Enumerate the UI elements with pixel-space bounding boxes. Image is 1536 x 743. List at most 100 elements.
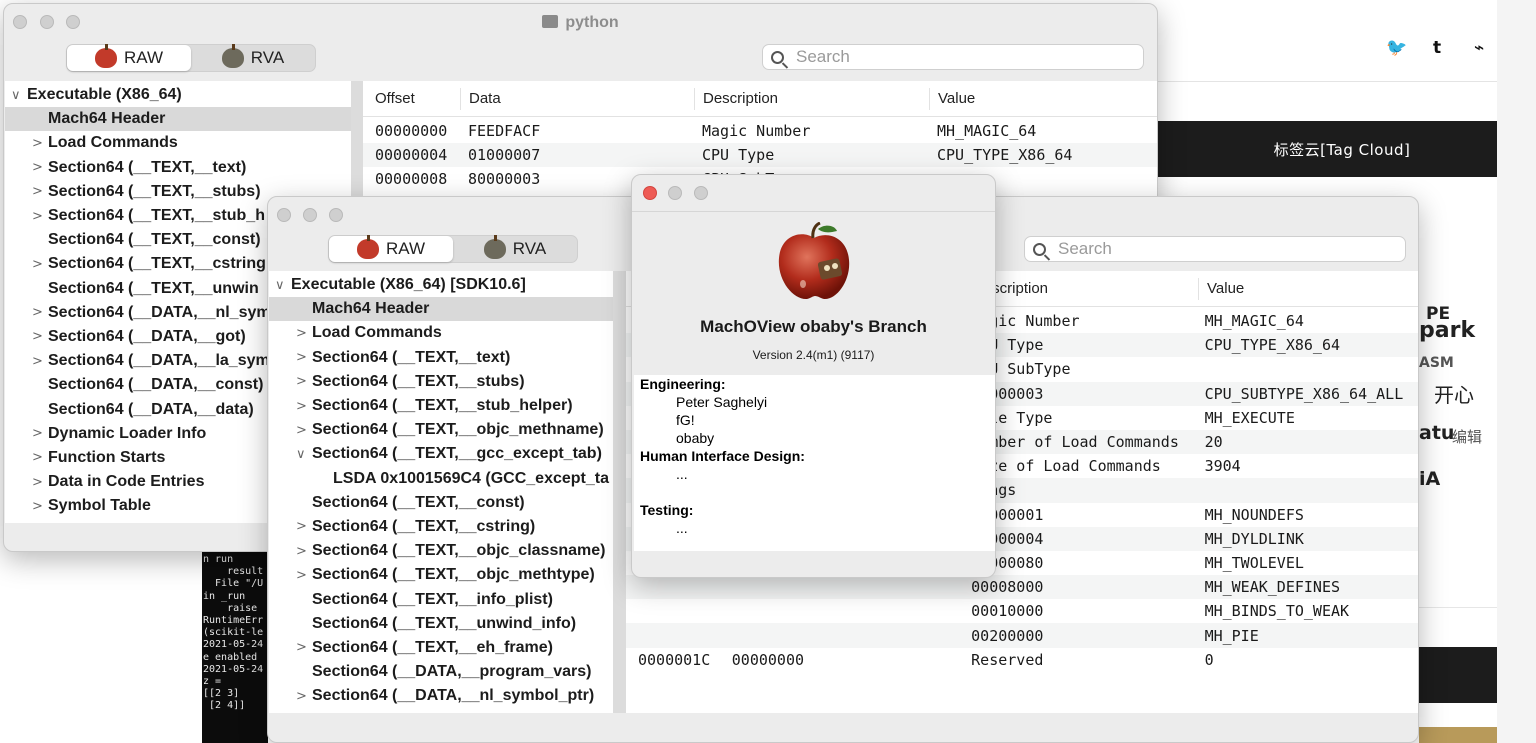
tree-item[interactable]: > Section64 (__DATA,__nl_symbol_ptr) (269, 684, 613, 708)
table-row[interactable]: 00008000 MH_WEAK_DEFINES (626, 575, 1418, 600)
chevron-right-icon[interactable]: > (32, 354, 48, 369)
close-button[interactable] (277, 208, 291, 222)
table-row[interactable]: 0000001C 00000000 Reserved 0 (626, 648, 1418, 672)
tree-item[interactable]: Mach64 Header (5, 107, 351, 132)
raw-button[interactable]: RAW (329, 235, 453, 262)
tree-item-label: Section64 (__TEXT,__cstring) (312, 517, 536, 535)
chevron-right-icon[interactable]: > (32, 257, 48, 272)
tag-word[interactable]: park (1419, 318, 1475, 343)
chevron-right-icon[interactable]: > (32, 475, 48, 490)
table-row[interactable]: 00200000 MH_PIE (626, 623, 1418, 648)
tag-word[interactable]: 开心 (1434, 379, 1474, 408)
about-dialog: MachOView obaby's Branch Version 2.4(m1)… (631, 174, 996, 578)
chevron-right-icon[interactable]: > (32, 184, 48, 199)
chevron-right-icon[interactable]: > (32, 209, 48, 224)
search-input[interactable]: Search (762, 44, 1144, 70)
chevron-right-icon[interactable]: > (296, 399, 312, 414)
tree-item[interactable]: LSDA 0x1001569C4 (GCC_except_ta (269, 467, 613, 491)
terminal-line: 2021-05-24 (203, 663, 264, 675)
rss-icon[interactable]: ⌁ (1474, 38, 1484, 58)
table-row[interactable]: 00000004 01000007 CPU Type CPU_TYPE_X86_64 (363, 143, 1157, 168)
chevron-right-icon[interactable]: > (296, 374, 312, 389)
chevron-right-icon[interactable]: > (296, 350, 312, 365)
chevron-right-icon[interactable]: > (296, 568, 312, 583)
close-button[interactable] (643, 186, 657, 200)
tree-item-label: Section64 (__TEXT,__stubs) (48, 182, 261, 200)
tree-item[interactable]: ∨ Executable (X86_64) (5, 83, 351, 107)
table-cell: 00000000 (731, 650, 805, 669)
tree-item[interactable]: Section64 (__TEXT,__unwind_info) (269, 612, 613, 636)
chevron-right-icon[interactable]: > (296, 423, 312, 438)
chevron-down-icon[interactable]: ∨ (11, 88, 27, 103)
tree-item-label: Executable (X86_64) [SDK10.6] (291, 276, 526, 294)
tree-item[interactable]: > Section64 (__TEXT,__objc_classname) (269, 539, 613, 563)
rva-button[interactable]: RVA (191, 44, 315, 71)
rva-button[interactable]: RVA (453, 235, 577, 262)
terminal-line: (scikit-le (203, 627, 264, 639)
table-cell: FEEDFACF (468, 122, 541, 141)
zoom-button[interactable] (329, 208, 343, 222)
tag-word[interactable]: iA (1419, 468, 1440, 490)
tag-word[interactable]: atu (1419, 422, 1454, 444)
chevron-right-icon[interactable]: > (296, 326, 312, 341)
tree-item[interactable]: Section64 (__TEXT,__const) (269, 491, 613, 515)
table-cell: 00000004 (375, 146, 448, 165)
chevron-right-icon[interactable]: > (32, 450, 48, 465)
tree-item[interactable]: > Section64 (__TEXT,__text) (269, 346, 613, 370)
column-header[interactable]: Description (694, 87, 929, 110)
column-header[interactable]: Value (929, 87, 1149, 110)
chevron-right-icon[interactable]: > (32, 499, 48, 514)
search-input[interactable]: Search (1024, 236, 1406, 262)
tree-item[interactable]: Section64 (__DATA,__program_vars) (269, 660, 613, 684)
chevron-right-icon[interactable]: > (32, 305, 48, 320)
tree-item[interactable]: ∨ Section64 (__TEXT,__gcc_except_tab) (269, 442, 613, 466)
chevron-right-icon[interactable]: > (296, 519, 312, 534)
column-header[interactable]: Data (460, 87, 694, 110)
raw-button[interactable]: RAW (67, 44, 191, 71)
tree-item[interactable]: > Section64 (__TEXT,__stub_helper) (269, 394, 613, 418)
tree-item[interactable]: > Load Commands (5, 131, 351, 155)
tree-item[interactable]: ∨ Executable (X86_64) [SDK10.6] (269, 273, 613, 297)
tree-item[interactable]: > Section64 (__TEXT,__eh_frame) (269, 636, 613, 660)
table-cell: Magic Number (702, 122, 811, 141)
chevron-right-icon[interactable]: > (32, 426, 48, 441)
pane-splitter[interactable] (613, 271, 626, 713)
tree-item-label: Section64 (__TEXT,__const) (48, 231, 261, 249)
chevron-down-icon[interactable]: ∨ (275, 278, 291, 293)
apple-icon (221, 44, 244, 68)
table-row[interactable]: 00000000 FEEDFACF Magic Number MH_MAGIC_64 (363, 119, 1157, 143)
tree-item[interactable]: > Section64 (__TEXT,__stubs) (269, 370, 613, 394)
table-cell: 0000001C (638, 650, 711, 669)
tree-item-label: Section64 (__DATA,__data) (48, 400, 254, 418)
chevron-down-icon[interactable]: ∨ (296, 447, 312, 462)
tree-item[interactable]: > Section64 (__TEXT,__objc_methname) (269, 418, 613, 442)
chevron-right-icon[interactable]: > (32, 160, 48, 175)
credits-spacer (640, 483, 995, 501)
column-header[interactable]: Description (964, 277, 1198, 300)
column-header[interactable]: Value (1198, 277, 1413, 300)
chevron-right-icon[interactable]: > (32, 136, 48, 151)
chevron-right-icon[interactable]: > (296, 640, 312, 655)
chevron-right-icon[interactable]: > (296, 689, 312, 704)
tree-item[interactable]: Mach64 Header (269, 297, 613, 322)
tag-word[interactable]: 编辑 (1452, 426, 1482, 447)
tree-item[interactable]: > Section64 (__TEXT,__cstring) (269, 515, 613, 539)
chevron-right-icon[interactable]: > (296, 544, 312, 559)
column-header[interactable]: Offset (367, 88, 460, 110)
zoom-button[interactable] (694, 186, 708, 200)
tree-item[interactable]: > Section64 (__TEXT,__objc_methtype) (269, 563, 613, 587)
tag-word[interactable]: ASM (1419, 355, 1454, 371)
tree-item[interactable]: Section64 (__TEXT,__info_plist) (269, 587, 613, 611)
tree-item[interactable]: > Load Commands (269, 321, 613, 345)
tree-item[interactable]: > Section64 (__TEXT,__text) (5, 156, 351, 180)
minimize-button[interactable] (303, 208, 317, 222)
minimize-button[interactable] (668, 186, 682, 200)
twitter-icon[interactable]: 🐦 (1386, 38, 1407, 58)
tree-item-label: Section64 (__TEXT,__objc_methtype) (312, 566, 595, 584)
app-version: Version 2.4(m1) (9117) (752, 348, 875, 362)
table-cell: 00000080 (971, 553, 1044, 572)
page-right-margin (1497, 0, 1536, 743)
chevron-right-icon[interactable]: > (32, 329, 48, 344)
table-row[interactable]: 00010000 MH_BINDS_TO_WEAK (626, 599, 1418, 623)
tumblr-icon[interactable]: t (1433, 38, 1441, 58)
